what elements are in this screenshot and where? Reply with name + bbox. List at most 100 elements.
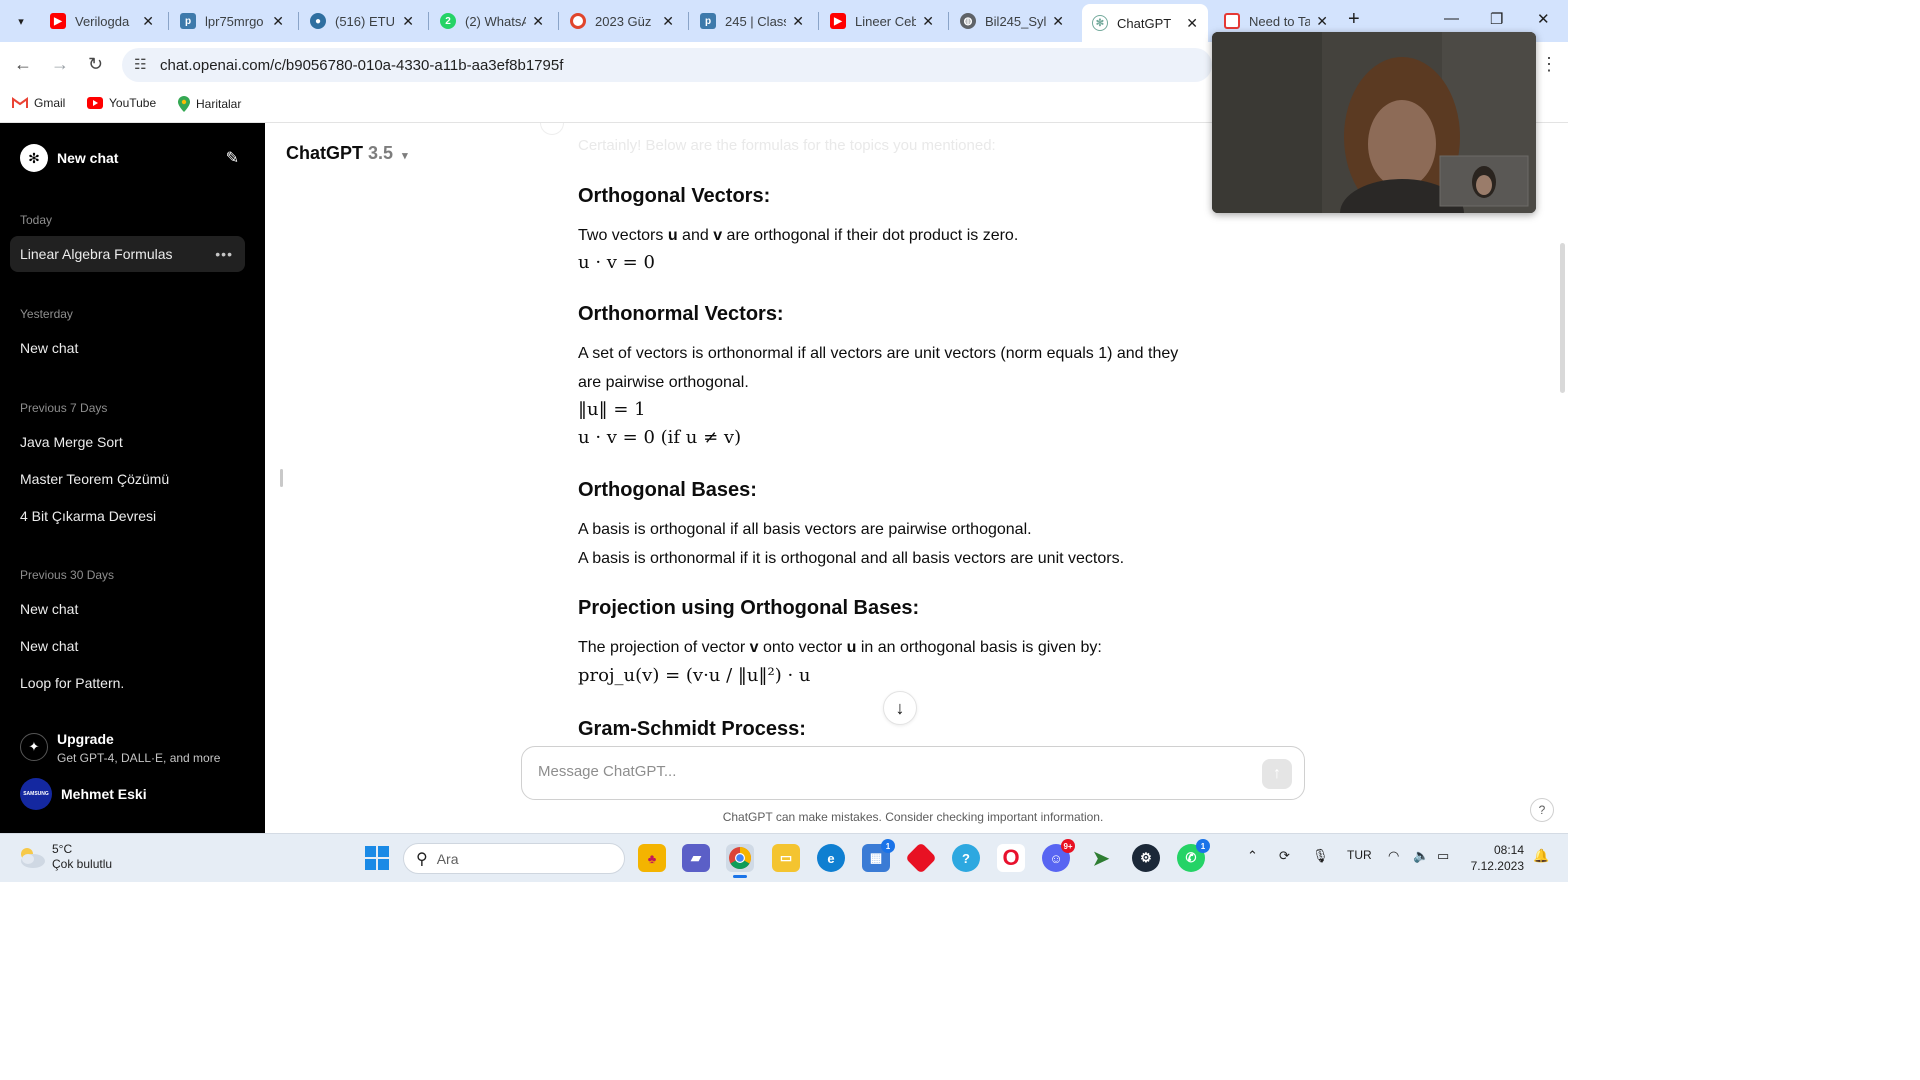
close-icon[interactable]: ✕ [792, 13, 804, 30]
upgrade-button[interactable]: ✦ Upgrade Get GPT-4, DALL·E, and more [20, 729, 250, 769]
c-icon [1224, 13, 1240, 29]
help-button[interactable]: ? [1530, 798, 1554, 822]
webcam-video-image [1212, 32, 1536, 213]
language-indicator[interactable]: TUR [1347, 848, 1372, 862]
close-icon[interactable]: ✕ [922, 13, 934, 30]
forward-arrow-icon[interactable]: → [51, 54, 69, 75]
new-tab-plus-icon[interactable]: + [1348, 8, 1360, 31]
edit-icon[interactable]: ✎ [226, 148, 239, 168]
site-settings-icon[interactable]: ☷ [134, 56, 147, 73]
tab-piazza-2[interactable]: p 245 | Class ✕ [690, 6, 814, 36]
sidebar-item-java-merge-sort[interactable]: Java Merge Sort [10, 424, 245, 460]
taskbar-search[interactable]: ⚲ Ara [403, 843, 625, 874]
widgets-app-icon[interactable]: ♣ [638, 844, 666, 872]
tab-verilogda[interactable]: ▶ Verilogda ✕ [40, 6, 164, 36]
jupiter-app-icon[interactable]: ➤ [1087, 844, 1115, 872]
weather-widget[interactable]: 5°C Çok bulutlu [16, 842, 112, 872]
sidebar-item-new-chat-3[interactable]: New chat [10, 628, 245, 664]
tab-whatsapp[interactable]: 2 (2) WhatsA ✕ [430, 6, 554, 36]
heading-gram-schmidt: Gram-Schmidt Process: [578, 718, 806, 740]
close-icon[interactable]: ✕ [272, 13, 284, 30]
youtube-icon [87, 97, 103, 109]
chat-main: ChatGPT 3.5 ▾ Certainly! Below are the f… [265, 123, 1568, 833]
close-icon[interactable]: ✕ [1316, 13, 1328, 30]
tab-2023-guz[interactable]: 2023 Güz ✕ [560, 6, 684, 36]
restore-icon[interactable]: ❐ [1490, 10, 1503, 28]
heading-projection: Projection using Orthogonal Bases: [578, 597, 920, 619]
paragraph-orthogonal-vectors: Two vectors u and v are orthogonal if th… [578, 227, 1019, 244]
sidebar-item-new-chat-2[interactable]: New chat [10, 591, 245, 627]
heading-orthonormal-vectors: Orthonormal Vectors: [578, 303, 784, 325]
volume-icon[interactable]: 🔈 [1413, 848, 1429, 864]
scroll-to-bottom-button[interactable]: ↓ [883, 691, 917, 725]
steam-app-icon[interactable]: ⚙ [1132, 844, 1160, 872]
faded-intro-text: Certainly! Below are the formulas for th… [578, 137, 996, 154]
tab-lineer-cebir[interactable]: ▶ Lineer Ceb ✕ [820, 6, 944, 36]
new-chat-button[interactable]: ✻ New chat ✎ [10, 139, 245, 177]
paragraph-orthogonal-basis: A basis is orthogonal if all basis vecto… [578, 521, 1032, 538]
reload-icon[interactable]: ↻ [88, 54, 103, 75]
tab-piazza-1[interactable]: p lpr75mrgo ✕ [170, 6, 294, 36]
tab-search-chevron-icon[interactable]: ▾ [8, 8, 34, 34]
sync-icon[interactable]: ⟳ [1279, 848, 1290, 864]
close-icon[interactable]: ✕ [532, 13, 544, 30]
section-yesterday: Yesterday [20, 307, 73, 321]
sidebar-item-new-chat[interactable]: New chat [10, 330, 245, 366]
send-button[interactable]: ↑ [1262, 759, 1292, 789]
minimize-icon[interactable]: — [1444, 10, 1459, 27]
notification-badge: 1 [1196, 839, 1210, 853]
wifi-icon[interactable]: ◠ [1388, 848, 1399, 864]
windows-taskbar: 5°C Çok bulutlu ⚲ Ara ♣ ▰ ▭ e ▦ 1 ? O ☺ 9+… [0, 833, 1568, 882]
user-menu[interactable]: SAMSUNG Mehmet Eski [20, 777, 250, 811]
assistant-avatar [540, 123, 564, 135]
close-icon[interactable]: ✕ [1052, 13, 1064, 30]
gmail-icon [12, 97, 28, 109]
close-icon[interactable]: ✕ [142, 13, 154, 30]
whatsapp-icon: 2 [440, 13, 456, 29]
more-options-icon[interactable]: ••• [215, 246, 233, 262]
bookmark-maps[interactable]: Haritalar [178, 96, 241, 112]
close-icon[interactable]: ✕ [662, 13, 674, 30]
close-icon[interactable]: ✕ [402, 13, 414, 30]
scrollbar[interactable] [1560, 243, 1565, 393]
bookmark-youtube[interactable]: YouTube [87, 96, 156, 110]
webcam-preview[interactable] [1212, 32, 1536, 213]
chevron-up-icon[interactable]: ⌃ [1247, 848, 1258, 864]
address-bar[interactable]: ☷ chat.openai.com/c/b9056780-010a-4330-a… [122, 48, 1212, 82]
sidebar-item-4-bit[interactable]: 4 Bit Çıkarma Devresi [10, 498, 245, 534]
whatsapp-app-icon[interactable]: ✆ 1 [1177, 839, 1210, 872]
discord-app-icon[interactable]: ☺ 9+ [1042, 839, 1075, 872]
edge-app-icon[interactable]: e [817, 844, 845, 872]
sidebar-item-loop-pattern[interactable]: Loop for Pattern. [10, 665, 245, 701]
video-call-app-icon[interactable]: ▰ [682, 844, 710, 872]
notification-bell-icon[interactable]: 🔔 [1533, 848, 1549, 864]
tab-syllabus[interactable]: ◍ Bil245_Syll ✕ [950, 6, 1074, 36]
windows-start-icon[interactable] [365, 846, 389, 870]
clock[interactable]: 08:14 7.12.2023 [1466, 842, 1524, 874]
sidebar-item-linear-algebra[interactable]: Linear Algebra Formulas ••• [10, 236, 245, 272]
file-explorer-app-icon[interactable]: ▭ [772, 844, 800, 872]
tab-chatgpt[interactable]: ✻ ChatGPT ✕ [1082, 4, 1208, 42]
sidebar-toggle-handle[interactable] [280, 469, 283, 487]
battery-icon[interactable]: ▭ [1437, 848, 1449, 864]
opera-app-icon[interactable]: O [997, 844, 1025, 872]
close-icon[interactable]: ✕ [1186, 15, 1198, 32]
microphone-icon[interactable]: 🎙 [1312, 848, 1329, 864]
message-input[interactable] [538, 763, 1238, 780]
bookmark-gmail[interactable]: Gmail [12, 96, 65, 110]
tab-divider [818, 12, 819, 30]
back-arrow-icon[interactable]: ← [14, 54, 32, 75]
copilot-app-icon[interactable]: ? [952, 844, 980, 872]
tab-etu[interactable]: ● (516) ETU ✕ [300, 6, 424, 36]
browser-menu-icon[interactable]: ⋮ [1540, 54, 1558, 75]
maps-pin-icon [178, 96, 190, 112]
url-text[interactable]: chat.openai.com/c/b9056780-010a-4330-a11… [160, 57, 563, 74]
store-app-icon[interactable]: ▦ 1 [862, 839, 895, 872]
red-diamond-app-icon[interactable] [905, 842, 937, 874]
chrome-app-icon[interactable] [726, 844, 754, 878]
model-selector[interactable]: ChatGPT 3.5 ▾ [286, 143, 408, 164]
sidebar-item-master-teorem[interactable]: Master Teorem Çözümü [10, 461, 245, 497]
paragraph-projection: The projection of vector v onto vector u… [578, 639, 1102, 656]
window-close-icon[interactable]: ✕ [1537, 10, 1550, 28]
globe-icon: ◍ [960, 13, 976, 29]
